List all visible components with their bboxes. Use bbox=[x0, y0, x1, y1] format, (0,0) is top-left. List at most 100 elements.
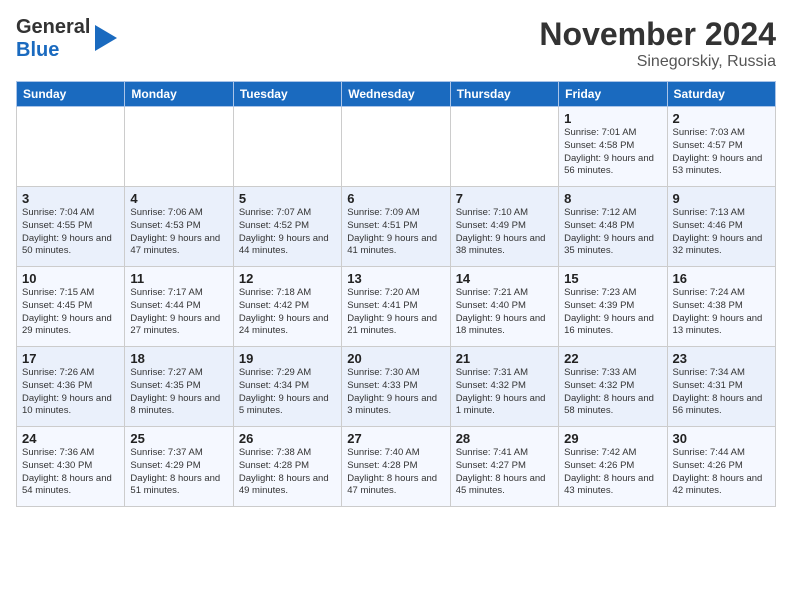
day-number: 16 bbox=[673, 271, 770, 286]
col-header-saturday: Saturday bbox=[667, 82, 775, 107]
day-number: 24 bbox=[22, 431, 119, 446]
calendar-cell: 11Sunrise: 7:17 AM Sunset: 4:44 PM Dayli… bbox=[125, 267, 233, 347]
calendar-cell: 21Sunrise: 7:31 AM Sunset: 4:32 PM Dayli… bbox=[450, 347, 558, 427]
day-info: Sunrise: 7:10 AM Sunset: 4:49 PM Dayligh… bbox=[456, 207, 553, 258]
day-number: 21 bbox=[456, 351, 553, 366]
calendar-row-1: 1Sunrise: 7:01 AM Sunset: 4:58 PM Daylig… bbox=[17, 107, 776, 187]
day-info: Sunrise: 7:27 AM Sunset: 4:35 PM Dayligh… bbox=[130, 367, 227, 418]
calendar-cell: 22Sunrise: 7:33 AM Sunset: 4:32 PM Dayli… bbox=[559, 347, 667, 427]
header: General Blue November 2024 Sinegorskiy, … bbox=[16, 16, 776, 71]
day-number: 25 bbox=[130, 431, 227, 446]
calendar-table: SundayMondayTuesdayWednesdayThursdayFrid… bbox=[16, 81, 776, 507]
col-header-monday: Monday bbox=[125, 82, 233, 107]
calendar-cell: 4Sunrise: 7:06 AM Sunset: 4:53 PM Daylig… bbox=[125, 187, 233, 267]
day-info: Sunrise: 7:15 AM Sunset: 4:45 PM Dayligh… bbox=[22, 287, 119, 338]
day-info: Sunrise: 7:29 AM Sunset: 4:34 PM Dayligh… bbox=[239, 367, 336, 418]
day-info: Sunrise: 7:17 AM Sunset: 4:44 PM Dayligh… bbox=[130, 287, 227, 338]
page: General Blue November 2024 Sinegorskiy, … bbox=[0, 0, 792, 612]
title-block: November 2024 Sinegorskiy, Russia bbox=[539, 16, 776, 71]
calendar-cell: 24Sunrise: 7:36 AM Sunset: 4:30 PM Dayli… bbox=[17, 427, 125, 507]
calendar-cell: 17Sunrise: 7:26 AM Sunset: 4:36 PM Dayli… bbox=[17, 347, 125, 427]
calendar-cell: 25Sunrise: 7:37 AM Sunset: 4:29 PM Dayli… bbox=[125, 427, 233, 507]
calendar-cell: 18Sunrise: 7:27 AM Sunset: 4:35 PM Dayli… bbox=[125, 347, 233, 427]
calendar-cell: 20Sunrise: 7:30 AM Sunset: 4:33 PM Dayli… bbox=[342, 347, 450, 427]
calendar-cell bbox=[450, 107, 558, 187]
calendar-row-5: 24Sunrise: 7:36 AM Sunset: 4:30 PM Dayli… bbox=[17, 427, 776, 507]
day-info: Sunrise: 7:09 AM Sunset: 4:51 PM Dayligh… bbox=[347, 207, 444, 258]
calendar-cell bbox=[233, 107, 341, 187]
day-info: Sunrise: 7:37 AM Sunset: 4:29 PM Dayligh… bbox=[130, 447, 227, 498]
day-info: Sunrise: 7:20 AM Sunset: 4:41 PM Dayligh… bbox=[347, 287, 444, 338]
day-number: 19 bbox=[239, 351, 336, 366]
calendar-cell: 6Sunrise: 7:09 AM Sunset: 4:51 PM Daylig… bbox=[342, 187, 450, 267]
page-subtitle: Sinegorskiy, Russia bbox=[539, 53, 776, 71]
day-number: 1 bbox=[564, 111, 661, 126]
day-info: Sunrise: 7:40 AM Sunset: 4:28 PM Dayligh… bbox=[347, 447, 444, 498]
day-number: 12 bbox=[239, 271, 336, 286]
day-info: Sunrise: 7:44 AM Sunset: 4:26 PM Dayligh… bbox=[673, 447, 770, 498]
day-number: 22 bbox=[564, 351, 661, 366]
calendar-cell: 2Sunrise: 7:03 AM Sunset: 4:57 PM Daylig… bbox=[667, 107, 775, 187]
col-header-sunday: Sunday bbox=[17, 82, 125, 107]
calendar-cell: 10Sunrise: 7:15 AM Sunset: 4:45 PM Dayli… bbox=[17, 267, 125, 347]
calendar-cell: 3Sunrise: 7:04 AM Sunset: 4:55 PM Daylig… bbox=[17, 187, 125, 267]
day-number: 3 bbox=[22, 191, 119, 206]
calendar-cell: 5Sunrise: 7:07 AM Sunset: 4:52 PM Daylig… bbox=[233, 187, 341, 267]
calendar-cell: 27Sunrise: 7:40 AM Sunset: 4:28 PM Dayli… bbox=[342, 427, 450, 507]
day-number: 28 bbox=[456, 431, 553, 446]
calendar-cell: 16Sunrise: 7:24 AM Sunset: 4:38 PM Dayli… bbox=[667, 267, 775, 347]
day-info: Sunrise: 7:34 AM Sunset: 4:31 PM Dayligh… bbox=[673, 367, 770, 418]
day-info: Sunrise: 7:18 AM Sunset: 4:42 PM Dayligh… bbox=[239, 287, 336, 338]
day-info: Sunrise: 7:33 AM Sunset: 4:32 PM Dayligh… bbox=[564, 367, 661, 418]
day-number: 9 bbox=[673, 191, 770, 206]
calendar-cell: 19Sunrise: 7:29 AM Sunset: 4:34 PM Dayli… bbox=[233, 347, 341, 427]
day-info: Sunrise: 7:01 AM Sunset: 4:58 PM Dayligh… bbox=[564, 127, 661, 178]
day-number: 23 bbox=[673, 351, 770, 366]
day-number: 13 bbox=[347, 271, 444, 286]
day-number: 2 bbox=[673, 111, 770, 126]
calendar-row-2: 3Sunrise: 7:04 AM Sunset: 4:55 PM Daylig… bbox=[17, 187, 776, 267]
day-info: Sunrise: 7:23 AM Sunset: 4:39 PM Dayligh… bbox=[564, 287, 661, 338]
day-number: 11 bbox=[130, 271, 227, 286]
day-number: 26 bbox=[239, 431, 336, 446]
day-info: Sunrise: 7:21 AM Sunset: 4:40 PM Dayligh… bbox=[456, 287, 553, 338]
day-info: Sunrise: 7:26 AM Sunset: 4:36 PM Dayligh… bbox=[22, 367, 119, 418]
day-info: Sunrise: 7:12 AM Sunset: 4:48 PM Dayligh… bbox=[564, 207, 661, 258]
col-header-wednesday: Wednesday bbox=[342, 82, 450, 107]
day-info: Sunrise: 7:24 AM Sunset: 4:38 PM Dayligh… bbox=[673, 287, 770, 338]
logo-general: General bbox=[16, 16, 90, 38]
day-info: Sunrise: 7:42 AM Sunset: 4:26 PM Dayligh… bbox=[564, 447, 661, 498]
calendar-cell: 9Sunrise: 7:13 AM Sunset: 4:46 PM Daylig… bbox=[667, 187, 775, 267]
day-info: Sunrise: 7:07 AM Sunset: 4:52 PM Dayligh… bbox=[239, 207, 336, 258]
calendar-cell: 1Sunrise: 7:01 AM Sunset: 4:58 PM Daylig… bbox=[559, 107, 667, 187]
calendar-row-3: 10Sunrise: 7:15 AM Sunset: 4:45 PM Dayli… bbox=[17, 267, 776, 347]
logo-arrow-icon bbox=[95, 25, 117, 56]
calendar-cell bbox=[125, 107, 233, 187]
page-title: November 2024 bbox=[539, 16, 776, 53]
day-number: 7 bbox=[456, 191, 553, 206]
day-info: Sunrise: 7:03 AM Sunset: 4:57 PM Dayligh… bbox=[673, 127, 770, 178]
calendar-cell: 23Sunrise: 7:34 AM Sunset: 4:31 PM Dayli… bbox=[667, 347, 775, 427]
day-info: Sunrise: 7:41 AM Sunset: 4:27 PM Dayligh… bbox=[456, 447, 553, 498]
day-number: 15 bbox=[564, 271, 661, 286]
calendar-cell: 28Sunrise: 7:41 AM Sunset: 4:27 PM Dayli… bbox=[450, 427, 558, 507]
calendar-cell: 15Sunrise: 7:23 AM Sunset: 4:39 PM Dayli… bbox=[559, 267, 667, 347]
day-info: Sunrise: 7:13 AM Sunset: 4:46 PM Dayligh… bbox=[673, 207, 770, 258]
day-info: Sunrise: 7:36 AM Sunset: 4:30 PM Dayligh… bbox=[22, 447, 119, 498]
logo-blue: Blue bbox=[16, 39, 59, 61]
calendar-cell: 13Sunrise: 7:20 AM Sunset: 4:41 PM Dayli… bbox=[342, 267, 450, 347]
logo-text: General Blue bbox=[16, 16, 117, 62]
calendar-cell bbox=[342, 107, 450, 187]
calendar-header-row: SundayMondayTuesdayWednesdayThursdayFrid… bbox=[17, 82, 776, 107]
col-header-tuesday: Tuesday bbox=[233, 82, 341, 107]
day-number: 5 bbox=[239, 191, 336, 206]
calendar-cell: 7Sunrise: 7:10 AM Sunset: 4:49 PM Daylig… bbox=[450, 187, 558, 267]
calendar-cell: 12Sunrise: 7:18 AM Sunset: 4:42 PM Dayli… bbox=[233, 267, 341, 347]
day-info: Sunrise: 7:38 AM Sunset: 4:28 PM Dayligh… bbox=[239, 447, 336, 498]
day-info: Sunrise: 7:31 AM Sunset: 4:32 PM Dayligh… bbox=[456, 367, 553, 418]
calendar-cell: 8Sunrise: 7:12 AM Sunset: 4:48 PM Daylig… bbox=[559, 187, 667, 267]
day-number: 30 bbox=[673, 431, 770, 446]
day-number: 4 bbox=[130, 191, 227, 206]
calendar-row-4: 17Sunrise: 7:26 AM Sunset: 4:36 PM Dayli… bbox=[17, 347, 776, 427]
day-number: 18 bbox=[130, 351, 227, 366]
